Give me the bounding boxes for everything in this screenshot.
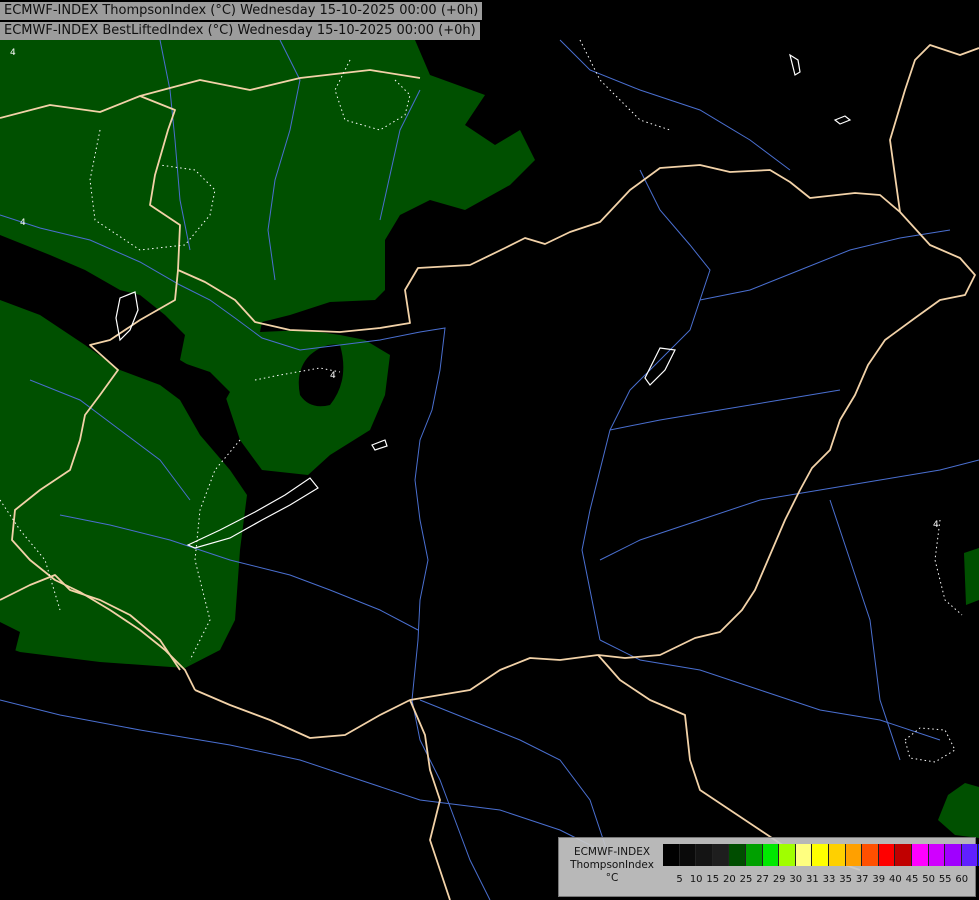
legend-swatch [712, 844, 730, 866]
legend-parameter: ThompsonIndex [570, 859, 654, 871]
legend-swatch [663, 844, 680, 866]
legend-swatch [729, 844, 746, 866]
legend-swatch [862, 844, 879, 866]
legend-tick-label: 5 [676, 874, 683, 885]
legend-tick-label: 15 [706, 874, 720, 885]
legend-swatch [895, 844, 912, 866]
legend-tick-label: 27 [756, 874, 769, 885]
legend-swatch [878, 844, 896, 866]
legend-tick-label: 50 [922, 874, 935, 885]
legend-swatch [745, 844, 763, 866]
legend-tick-label: 31 [806, 874, 819, 885]
legend-swatch [928, 844, 946, 866]
legend-tick-label: 37 [855, 874, 869, 885]
legend-swatch [679, 844, 697, 866]
legend-swatches [663, 844, 979, 866]
legend-tick-label: 35 [839, 874, 852, 885]
legend-swatch [779, 844, 796, 866]
map-title-best-lifted-index: ECMWF-INDEX BestLiftedIndex (°C) Wednesd… [0, 22, 480, 40]
marker-2: 4 [20, 218, 26, 228]
green-area-east-edge [964, 548, 979, 605]
legend-swatch [762, 844, 780, 866]
legend-model: ECMWF-INDEX [573, 846, 651, 858]
legend-tick-label: 25 [739, 874, 753, 885]
legend-tick-label: 45 [905, 874, 919, 885]
legend-swatch [696, 844, 713, 866]
marker-1: 4 [10, 48, 16, 58]
legend-tick-label: 39 [872, 874, 886, 885]
legend-swatch [845, 844, 863, 866]
marker-3: 4 [330, 371, 336, 381]
legend-swatch [961, 844, 979, 866]
legend-tick-label: 40 [889, 874, 902, 885]
legend-tick-label: 20 [723, 874, 736, 885]
color-legend: ECMWF-INDEX ThompsonIndex °C 5 10 15 20 25 27… [558, 837, 979, 897]
legend-tick-label: 33 [822, 874, 836, 885]
legend-swatch [828, 844, 846, 866]
legend-swatch [812, 844, 829, 866]
map-title-thompson-index: ECMWF-INDEX ThompsonIndex (°C) Wednesday… [0, 2, 483, 20]
legend-tick-label: 10 [689, 874, 703, 885]
legend-swatch [795, 844, 813, 866]
legend-tick-label: 29 [772, 874, 786, 885]
legend-unit: °C [605, 872, 619, 884]
weather-map: 4 4 4 4 [0, 0, 979, 900]
legend-tick-label: 55 [938, 874, 952, 885]
legend-swatch [911, 844, 929, 866]
legend-label: ECMWF-INDEX ThompsonIndex °C [563, 846, 661, 885]
legend-tick-label: 60 [955, 874, 969, 885]
marker-4: 4 [933, 520, 939, 530]
legend-swatch [945, 844, 962, 866]
legend-tick-label: 30 [789, 874, 803, 885]
legend-ticks: 5 10 15 20 25 27 29 30 31 33 35 37 39 40 45 50 55 60 [663, 874, 973, 888]
